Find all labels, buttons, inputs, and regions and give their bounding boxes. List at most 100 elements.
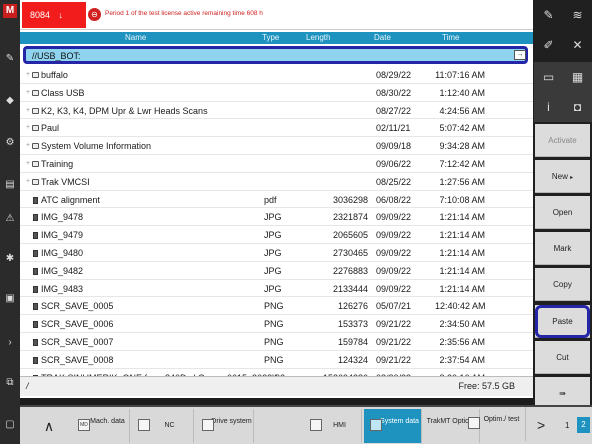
file-type: JPG	[264, 283, 282, 294]
enter-arrow-icon[interactable]: →	[514, 50, 526, 60]
column-time[interactable]: Time	[442, 33, 459, 42]
folder-row[interactable]: + buffalo 08/29/22 11:07:16 AM	[20, 66, 533, 84]
column-type[interactable]: Type	[262, 33, 279, 42]
folder-row[interactable]: + System Volume Information 09/09/18 9:34:2…	[20, 137, 533, 155]
folder-row[interactable]: + Class USB 08/30/22 1:12:40 AM	[20, 84, 533, 102]
machine-logo-icon[interactable]: M	[3, 4, 17, 18]
mach-data-icon: MD	[78, 419, 90, 431]
channel-number: 8084	[30, 10, 51, 20]
file-row[interactable]: IMG_9483 JPG 2133444 09/09/22 1:21:14 AM	[20, 280, 533, 298]
nc-label: NC	[164, 422, 175, 429]
machine-status-icon[interactable]: ◆	[3, 94, 17, 108]
system-data-label: System data	[380, 418, 419, 425]
parameter-icon[interactable]: ⚙	[3, 136, 17, 150]
expand-arrow-icon[interactable]: ›	[3, 336, 17, 350]
file-row[interactable]: SCR_SAVE_0006 PNG 153373 09/21/22 2:34:50 AM	[20, 315, 533, 333]
alarm-icon[interactable]: ⊖	[88, 8, 101, 21]
sinumerik-icon[interactable]: ▣	[3, 292, 17, 306]
table-header: Name Type Length Date Time	[20, 32, 533, 44]
expand-icon[interactable]: +	[26, 124, 30, 131]
file-type: JPG	[264, 230, 282, 241]
expand-icon[interactable]: +	[26, 160, 30, 167]
nc-icon	[138, 419, 150, 431]
hmi-button[interactable]: HMI	[304, 409, 362, 443]
mach-data-button[interactable]: MD Mach. data	[72, 409, 130, 443]
file-time: 1:12:40 AM	[439, 87, 485, 98]
new-button[interactable]: New ▸	[535, 160, 590, 193]
column-name[interactable]: Name	[125, 33, 146, 42]
file-date: 09/21/22	[376, 336, 412, 347]
file-name: K2, K3, K4, DPM Upr & Lwr Heads Scans	[41, 105, 208, 116]
file-row[interactable]: SCR_SAVE_0005 PNG 126276 05/07/21 12:40:42 A…	[20, 297, 533, 316]
open-button[interactable]: Open	[535, 196, 590, 229]
folder-row[interactable]: + Trak VMCSI 08/25/22 1:27:56 AM	[20, 173, 533, 191]
delete-icon[interactable]: ✕	[563, 30, 592, 60]
expand-icon[interactable]: +	[26, 142, 30, 149]
optim-test-icon	[468, 417, 480, 429]
copy-button[interactable]: Copy	[535, 268, 590, 301]
optim-test-button[interactable]: Optim./ test	[464, 407, 526, 441]
info-icon[interactable]: i	[534, 92, 563, 122]
file-date: 09/09/22	[376, 247, 412, 258]
file-row[interactable]: ATC alignment pdf 3036298 06/08/22 7:10:08 A…	[20, 191, 533, 209]
page-switcher: > 1 2	[533, 405, 592, 444]
paste-highlight-ring	[535, 305, 590, 338]
channel-indicator[interactable]: 8084 ↓	[22, 2, 86, 28]
mark-button[interactable]: Mark	[535, 232, 590, 265]
current-drive-row[interactable]: //USB_BOT: →	[23, 46, 528, 64]
calculator-icon[interactable]: ▦	[563, 62, 592, 92]
expand-icon[interactable]: +	[26, 71, 30, 78]
file-row[interactable]: SCR_SAVE_0007 PNG 159784 09/21/22 2:35:56 AM	[20, 333, 533, 351]
drive-system-button[interactable]: Drive system	[196, 409, 254, 443]
wrench-icon[interactable]: ✎	[534, 0, 563, 30]
file-date: 02/11/21	[376, 123, 411, 134]
column-length[interactable]: Length	[306, 33, 330, 42]
up-level-button[interactable]: ∧	[34, 409, 64, 443]
file-icon	[33, 232, 38, 240]
file-name: Class USB	[41, 87, 85, 98]
column-date[interactable]: Date	[374, 33, 391, 42]
file-list: + buffalo 08/29/22 11:07:16 AM + Class USB 08/…	[20, 66, 533, 387]
diagnostics-warning-icon[interactable]: ⚠	[3, 212, 17, 226]
file-row[interactable]: SCR_SAVE_0008 PNG 124324 09/21/22 2:37:54 AM	[20, 351, 533, 369]
program-manager-icon[interactable]: ▤	[3, 178, 17, 192]
new-submenu-icon: ▸	[570, 175, 574, 181]
file-date: 09/09/22	[376, 283, 412, 294]
signal-icon[interactable]: ≋	[563, 0, 592, 30]
cut-button[interactable]: Cut	[535, 341, 590, 374]
file-date: 09/21/22	[376, 319, 412, 330]
page-2[interactable]: 2	[577, 417, 590, 433]
file-type: PNG	[264, 354, 284, 365]
window-switch-icon[interactable]: ⧉	[3, 376, 17, 390]
expand-icon[interactable]: +	[26, 178, 30, 185]
expand-icon[interactable]: +	[26, 89, 30, 96]
edit-pencil-icon[interactable]: ✎	[3, 52, 17, 66]
folder-row[interactable]: + Training 09/06/22 7:12:42 AM	[20, 155, 533, 173]
next-softkey-page-icon[interactable]: >	[537, 417, 545, 433]
tool-wrench-icon[interactable]: ✱	[3, 252, 17, 266]
window-icon[interactable]: ▭	[534, 62, 563, 92]
nc-button[interactable]: NC	[132, 409, 194, 443]
menu-select-icon[interactable]: ▢	[3, 418, 17, 432]
file-time: 2:35:56 AM	[439, 336, 485, 347]
folder-row[interactable]: + K2, K3, K4, DPM Upr & Lwr Heads Scans 08…	[20, 102, 533, 120]
camera-icon[interactable]: ◘	[563, 92, 592, 122]
folder-row[interactable]: + Paul 02/11/21 5:07:42 AM	[20, 119, 533, 138]
hmi-label: HMI	[333, 422, 346, 429]
folder-icon	[32, 125, 39, 132]
file-time: 7:12:42 AM	[439, 158, 485, 169]
system-data-button[interactable]: System data	[364, 409, 422, 443]
file-row[interactable]: IMG_9479 JPG 2065605 09/09/22 1:21:14 AM	[20, 226, 533, 244]
file-row[interactable]: IMG_9478 JPG 2321874 09/09/22 1:21:14 AM	[20, 208, 533, 227]
page-1[interactable]: 1	[565, 421, 569, 430]
file-time: 1:21:14 AM	[439, 265, 485, 276]
file-row[interactable]: IMG_9482 JPG 2276883 09/09/22 1:21:14 AM	[20, 262, 533, 280]
activate-button[interactable]: Activate	[535, 124, 590, 157]
file-type: PNG	[264, 336, 284, 347]
expand-icon[interactable]: +	[26, 107, 30, 114]
drive-system-label: Drive system	[211, 418, 252, 425]
edit-icon[interactable]: ✐	[534, 30, 563, 60]
file-row[interactable]: IMG_9480 JPG 2730465 09/09/22 1:21:14 AM	[20, 244, 533, 262]
file-name: SCR_SAVE_0005	[41, 301, 114, 312]
file-date: 09/09/22	[376, 265, 412, 276]
